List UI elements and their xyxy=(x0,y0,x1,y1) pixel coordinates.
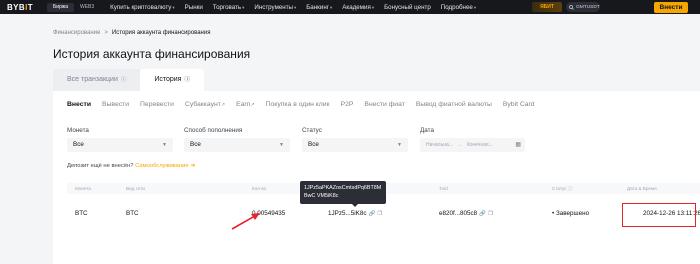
nav-pill-exchange[interactable]: Биржа xyxy=(47,2,74,12)
tab-all-transactions[interactable]: Все транзакции ⓘ xyxy=(53,69,141,91)
date-range-arrow: → xyxy=(457,142,463,148)
search-icon xyxy=(569,4,574,10)
info-icon: ⓘ xyxy=(184,77,190,83)
top-tabs: Все транзакции ⓘ История ⓘ xyxy=(53,69,204,91)
top-nav: BYBIT Биржа WEB3 Купить криптовалюту▾ Ры… xyxy=(0,0,700,14)
chevron-down-icon: ▼ xyxy=(397,142,402,148)
method-filter-label: Способ пополнения xyxy=(184,127,243,134)
deposit-note: Депозит ещё не внесён? Самообслуживание … xyxy=(67,163,195,169)
status-filter-select[interactable]: Все ▼ xyxy=(302,138,408,152)
deposit-button[interactable]: Внести xyxy=(654,2,688,13)
cell-network: BTC xyxy=(126,210,139,217)
calendar-icon: ▦ xyxy=(515,142,521,148)
info-icon[interactable]: ⓘ xyxy=(568,186,573,191)
nav-item-banking[interactable]: Банкинг▾ xyxy=(306,4,332,11)
chevron-down-icon: ▾ xyxy=(330,4,333,10)
sub-tabs: Внести Вывести Перевести Субаккаунт↗ Ear… xyxy=(67,101,546,108)
table-row: BTC BTC 0.00549435 1JPz5...5iK8c 🔗 ❐ e820f… xyxy=(67,204,700,224)
header-network: Вид сети xyxy=(126,186,145,191)
header-txid: Txid xyxy=(439,186,448,191)
arrow-right-icon: ➔ xyxy=(190,163,196,169)
copy-icon[interactable]: ❐ xyxy=(377,211,382,217)
status-filter-value: Все xyxy=(308,141,319,148)
promo-badge[interactable]: ЯБИТ xyxy=(532,2,562,12)
external-link-icon: ↗ xyxy=(250,102,255,108)
subtab-withdraw[interactable]: Вывести xyxy=(102,101,129,108)
breadcrumb-separator: > xyxy=(104,30,108,36)
breadcrumb: Финансирование > История аккаунта финансир… xyxy=(53,30,210,36)
history-panel: Внести Вывести Перевести Субаккаунт↗ Ear… xyxy=(53,91,700,264)
chevron-down-icon: ▾ xyxy=(473,4,477,10)
subtab-subaccount[interactable]: Субаккаунт↗ xyxy=(185,101,225,108)
coin-filter-label: Монета xyxy=(67,127,89,134)
nav-item-more[interactable]: Подробнее▾ xyxy=(441,4,476,11)
nav-item-markets[interactable]: Рынки xyxy=(185,4,203,11)
breadcrumb-parent[interactable]: Финансирование xyxy=(53,30,100,36)
cell-txid: e820f...805c8 🔗 ❐ xyxy=(439,210,493,217)
chevron-down-icon: ▾ xyxy=(242,4,245,10)
date-end-input[interactable]: Конечная... xyxy=(467,142,493,148)
chevron-down-icon: ▾ xyxy=(293,4,297,10)
header-datetime: Дата & Время xyxy=(627,186,657,191)
date-start-input[interactable]: Начальна... xyxy=(426,142,453,148)
nav-item-trade[interactable]: Торговать▾ xyxy=(213,4,245,11)
method-filter-value: Все xyxy=(190,141,201,148)
subtab-fiat-withdraw[interactable]: Вывод фиатной валюты xyxy=(416,101,492,108)
chevron-down-icon: ▼ xyxy=(162,142,167,148)
nav-pill-web3[interactable]: WEB3 xyxy=(74,3,100,12)
nav-item-tools[interactable]: Инструменты▾ xyxy=(254,4,296,11)
date-range-picker[interactable]: Начальна... → Конечная... ▦ xyxy=(420,138,525,152)
subtab-deposit[interactable]: Внести xyxy=(67,101,91,108)
breadcrumb-current: История аккаунта финансирования xyxy=(111,30,211,36)
header-amount: Кол-во xyxy=(252,186,267,191)
chevron-down-icon: ▾ xyxy=(172,4,175,10)
link-icon[interactable]: 🔗 xyxy=(369,211,376,217)
deposit-note-text: Депозит ещё не внесён? xyxy=(67,163,136,169)
subtab-earn[interactable]: Earn↗ xyxy=(236,101,255,108)
status-dot: • xyxy=(552,210,555,217)
header-coin: Монета xyxy=(75,186,91,191)
annotation-arrow xyxy=(231,213,260,230)
tooltip-arrow xyxy=(352,204,358,207)
subtab-fiat-deposit[interactable]: Внести фиат xyxy=(364,101,404,108)
self-service-link[interactable]: Самообслуживание ➔ xyxy=(135,163,195,169)
page-title: История аккаунта финансирования xyxy=(53,47,251,61)
method-filter-select[interactable]: Все ▼ xyxy=(184,138,290,152)
address-tooltip: 1JPz5aPKAZosCmtsdPq6BT8MBwC VM5iK8c xyxy=(300,181,386,204)
nav-item-bonus-center[interactable]: Бонусный центр xyxy=(384,4,431,11)
subtab-one-click-buy[interactable]: Покупка в один клик xyxy=(266,101,330,108)
subtab-transfer[interactable]: Перевести xyxy=(140,101,174,108)
subtab-p2p[interactable]: P2P xyxy=(341,101,354,108)
cell-address: 1JPz5...5iK8c 🔗 ❐ xyxy=(328,210,383,217)
info-icon: ⓘ xyxy=(120,77,127,83)
chevron-down-icon: ▼ xyxy=(279,142,284,148)
external-link-icon: ↗ xyxy=(220,102,226,108)
chevron-down-icon: ▾ xyxy=(371,4,375,10)
cell-coin: BTC xyxy=(75,210,88,217)
nav-search[interactable]: GMTUSDT xyxy=(566,2,600,12)
date-filter-label: Дата xyxy=(420,127,434,134)
copy-icon[interactable]: ❐ xyxy=(488,211,493,217)
coin-filter-select[interactable]: Все ▼ xyxy=(67,138,173,152)
cell-status: • Завершено xyxy=(552,210,590,217)
bybit-logo[interactable]: BYBIT xyxy=(7,3,47,12)
nav-item-academy[interactable]: Академия▾ xyxy=(342,4,374,11)
coin-filter-value: Все xyxy=(73,141,84,148)
subtab-bybit-card[interactable]: Bybit Card xyxy=(503,101,535,108)
header-status: Статус ⓘ xyxy=(552,186,573,191)
annotation-box xyxy=(622,203,696,227)
search-text: GMTUSDT xyxy=(576,4,600,10)
tab-history[interactable]: История ⓘ xyxy=(140,69,204,91)
status-filter-label: Статус xyxy=(302,127,322,134)
link-icon[interactable]: 🔗 xyxy=(479,211,486,217)
nav-item-buy-crypto[interactable]: Купить криптовалюту▾ xyxy=(110,4,174,11)
